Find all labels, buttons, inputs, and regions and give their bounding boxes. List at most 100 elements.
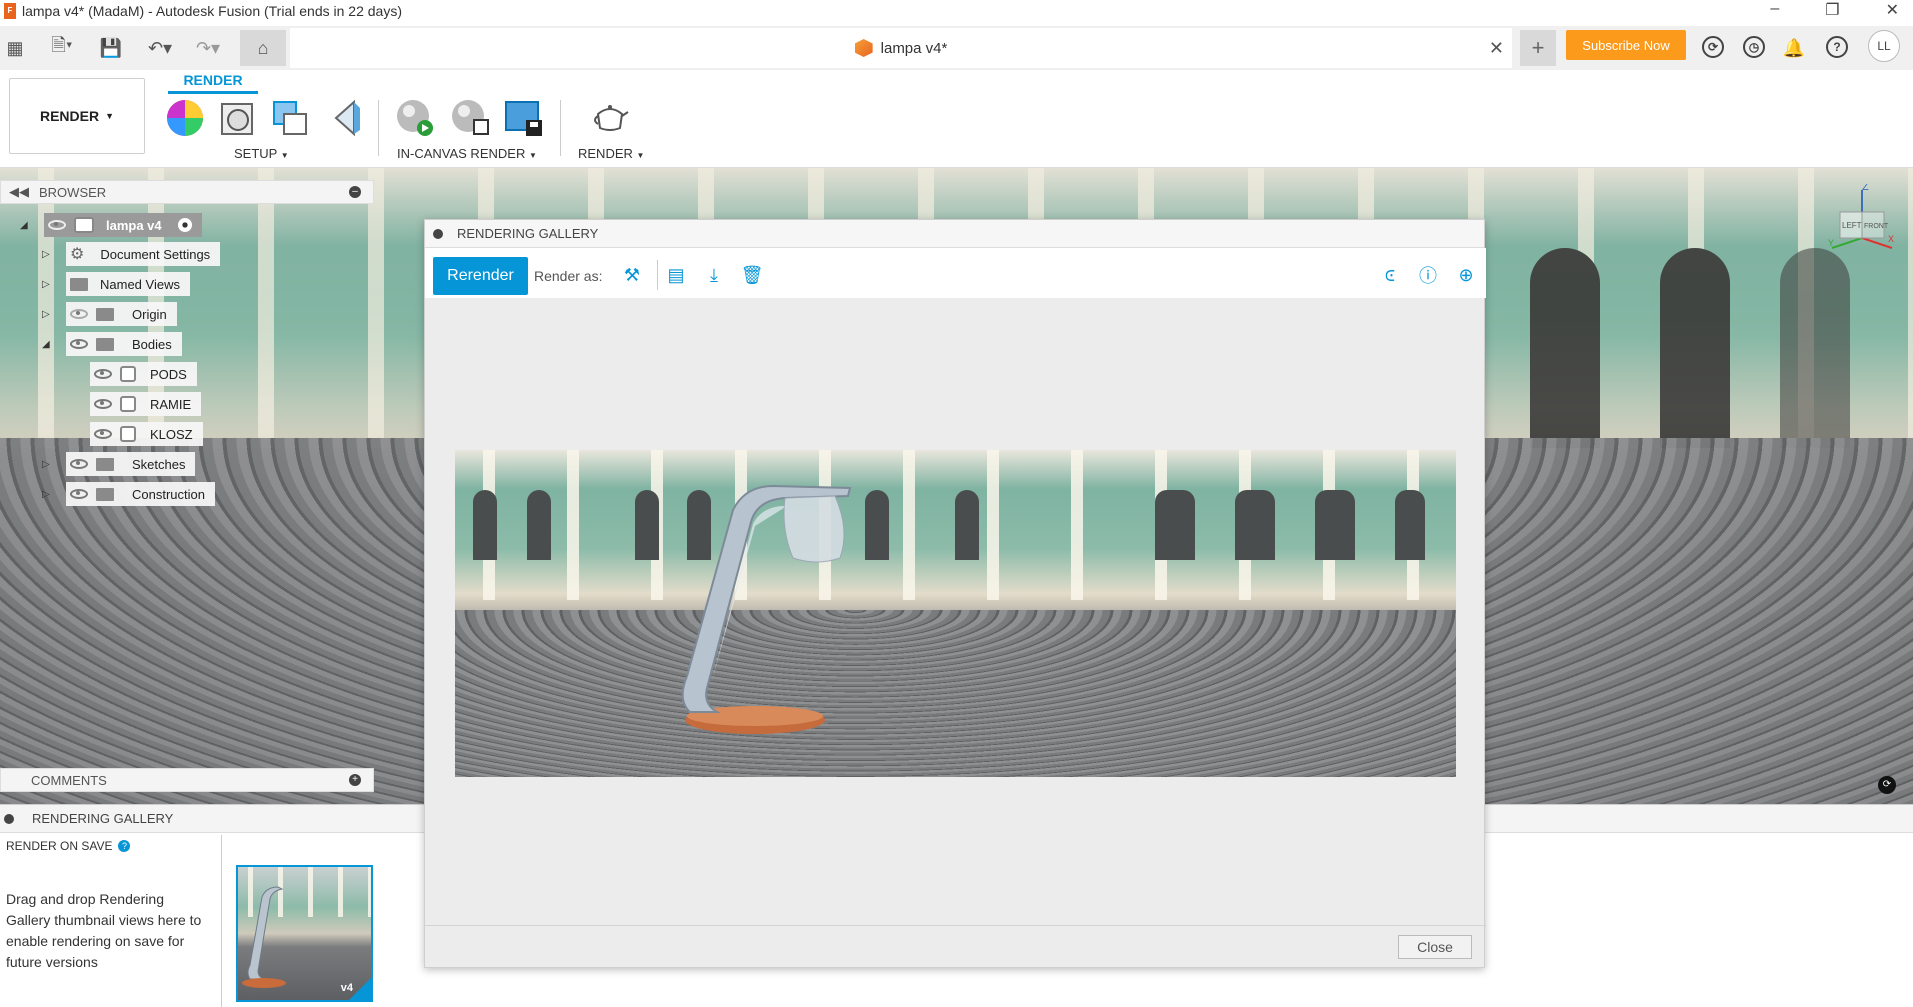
decal-icon[interactable] bbox=[328, 98, 368, 138]
dialog-header[interactable]: RENDERING GALLERY bbox=[425, 220, 1484, 248]
render-as-cloud-icon[interactable]: ⚒ bbox=[621, 264, 643, 286]
workspace-switcher[interactable]: RENDER ▼ bbox=[9, 78, 145, 154]
document-tab-label: lampa v4* bbox=[880, 39, 948, 57]
expand-triangle-icon[interactable]: ▷ bbox=[42, 249, 54, 261]
folder-icon bbox=[96, 307, 114, 321]
folder-icon bbox=[96, 337, 114, 351]
notifications-bell-icon[interactable]: 🔔 bbox=[1782, 34, 1806, 62]
render-teapot-icon[interactable] bbox=[590, 98, 630, 138]
render-as-label: Render as: bbox=[534, 268, 603, 284]
comments-title: COMMENTS bbox=[31, 772, 107, 788]
scene-settings-icon[interactable] bbox=[218, 98, 258, 138]
folder-icon bbox=[70, 277, 88, 291]
download-icon[interactable]: ⤓ bbox=[703, 264, 725, 286]
tree-item-origin[interactable]: Origin bbox=[66, 302, 177, 326]
close-tab-icon[interactable]: ✕ bbox=[1489, 38, 1504, 59]
tree-item-klosz[interactable]: KLOSZ bbox=[90, 422, 203, 446]
rerender-button[interactable]: Rerender bbox=[433, 257, 528, 295]
new-tab-button[interactable]: + bbox=[1520, 30, 1556, 66]
rendering-gallery-dialog: RENDERING GALLERY Rerender Render as: ⚒ … bbox=[424, 219, 1486, 968]
navigation-bar-icon[interactable]: ⟳ bbox=[1878, 776, 1896, 794]
minimize-panel-icon[interactable]: – bbox=[349, 186, 361, 198]
hidden-eye-icon[interactable] bbox=[70, 309, 88, 319]
document-tab[interactable]: lampa v4* ✕ bbox=[290, 28, 1512, 68]
visibility-eye-icon[interactable] bbox=[70, 339, 88, 349]
extensions-icon[interactable]: ⟳ bbox=[1702, 36, 1724, 58]
setup-group-label[interactable]: SETUP ▼ bbox=[234, 146, 289, 161]
file-menu-icon[interactable]: 🗎▾ bbox=[44, 34, 80, 62]
in-canvas-render-group-label[interactable]: IN-CANVAS RENDER ▼ bbox=[397, 146, 537, 161]
undo-icon[interactable]: ↶▾ bbox=[142, 34, 178, 62]
tree-item-document-settings[interactable]: ⚙ Document Settings bbox=[66, 242, 221, 266]
share-icon[interactable]: ⪽ bbox=[1379, 264, 1401, 286]
help-icon[interactable]: ? bbox=[1826, 36, 1848, 58]
expand-triangle-icon[interactable]: ◢ bbox=[20, 220, 32, 232]
visibility-eye-icon[interactable] bbox=[70, 489, 88, 499]
expand-panel-icon[interactable]: + bbox=[349, 774, 361, 786]
render-thumbnail[interactable]: v4 bbox=[236, 865, 373, 1002]
expand-triangle-icon[interactable]: ▷ bbox=[42, 279, 54, 291]
add-image-icon[interactable]: ▤ bbox=[665, 264, 687, 286]
minimize-panel-icon[interactable] bbox=[4, 813, 14, 824]
collapse-panel-icon[interactable]: ◀◀ bbox=[9, 184, 29, 200]
tab-render[interactable]: RENDER bbox=[168, 70, 258, 94]
folder-icon bbox=[96, 457, 114, 471]
tree-item-construction[interactable]: Construction bbox=[66, 482, 215, 506]
render-group-label[interactable]: RENDER ▼ bbox=[578, 146, 644, 161]
tree-item-label: PODS bbox=[150, 366, 187, 382]
in-canvas-render-settings-icon[interactable] bbox=[450, 98, 490, 138]
expand-triangle-icon[interactable]: ▷ bbox=[42, 309, 54, 321]
tree-item-sketches[interactable]: Sketches bbox=[66, 452, 196, 476]
render-status-corner-icon bbox=[349, 978, 371, 1000]
close-button[interactable]: Close bbox=[1398, 935, 1472, 959]
visibility-eye-icon[interactable] bbox=[94, 369, 112, 379]
job-status-icon[interactable]: ◷ bbox=[1743, 36, 1765, 58]
tree-root[interactable]: lampa v4 bbox=[44, 213, 202, 237]
minimize-dialog-icon[interactable] bbox=[433, 228, 443, 239]
data-panel-grid-icon[interactable]: ▦ bbox=[4, 34, 26, 62]
component-icon bbox=[74, 217, 94, 233]
help-icon[interactable]: ? bbox=[118, 840, 131, 852]
viewcube-front-face[interactable]: FRONT bbox=[1864, 223, 1889, 230]
comments-header[interactable]: COMMENTS + bbox=[0, 768, 374, 792]
tree-item-label: Document Settings bbox=[100, 246, 211, 262]
tree-item-named-views[interactable]: Named Views bbox=[66, 272, 190, 296]
tree-item-pods[interactable]: PODS bbox=[90, 362, 197, 386]
appearance-icon[interactable] bbox=[165, 98, 205, 138]
info-icon[interactable]: ⓘ bbox=[1417, 264, 1439, 286]
visibility-eye-icon[interactable] bbox=[94, 429, 112, 439]
visibility-eye-icon[interactable] bbox=[48, 220, 66, 230]
title-bar: F lampa v4* (MadaM) - Autodesk Fusion (T… bbox=[0, 0, 1913, 22]
texture-map-controls-icon[interactable] bbox=[270, 98, 310, 138]
zoom-in-icon[interactable]: ⊕ bbox=[1455, 264, 1477, 286]
rendered-image[interactable] bbox=[455, 450, 1456, 777]
delete-trash-icon[interactable]: 🗑 bbox=[741, 264, 764, 286]
collapse-triangle-icon[interactable]: ◢ bbox=[42, 339, 54, 351]
minimize-icon[interactable]: – bbox=[1770, 0, 1779, 20]
visibility-eye-icon[interactable] bbox=[94, 399, 112, 409]
viewcube-z-label: Z bbox=[1862, 184, 1869, 193]
redo-icon[interactable]: ↷▾ bbox=[190, 34, 226, 62]
viewcube-left-face[interactable]: LEFT bbox=[1842, 221, 1862, 230]
expand-triangle-icon[interactable]: ▷ bbox=[42, 489, 54, 501]
visibility-eye-icon[interactable] bbox=[70, 459, 88, 469]
tree-root-label: lampa v4 bbox=[106, 217, 162, 233]
save-icon[interactable]: 💾 bbox=[100, 34, 122, 62]
tree-item-bodies[interactable]: Bodies bbox=[66, 332, 182, 356]
home-icon[interactable]: ⌂ bbox=[240, 30, 286, 66]
subscribe-button[interactable]: Subscribe Now bbox=[1566, 30, 1686, 60]
tree-item-ramie[interactable]: RAMIE bbox=[90, 392, 202, 416]
expand-triangle-icon[interactable]: ▷ bbox=[42, 459, 54, 471]
browser-header[interactable]: ◀◀ BROWSER – bbox=[0, 180, 374, 204]
user-avatar[interactable]: LL bbox=[1868, 30, 1900, 62]
dialog-toolbar: Rerender Render as: ⚒ ▤ ⤓ 🗑 ⪽ ⓘ ⊕ bbox=[425, 248, 1486, 298]
in-canvas-render-icon[interactable] bbox=[395, 98, 435, 138]
capture-image-icon[interactable] bbox=[504, 98, 544, 138]
quick-access-toolbar: ▦ 🗎▾ 💾 ↶▾ ↷▾ ⌂ lampa v4* ✕ + Subscribe N… bbox=[0, 26, 1913, 70]
close-icon[interactable]: ✕ bbox=[1886, 0, 1899, 20]
activate-radio-icon[interactable] bbox=[177, 218, 192, 232]
tree-item-label: KLOSZ bbox=[150, 426, 193, 442]
view-cube[interactable]: Z LEFT FRONT X Y bbox=[1826, 184, 1896, 254]
chevron-down-icon: ▼ bbox=[636, 151, 645, 160]
restore-icon[interactable]: ❐ bbox=[1825, 0, 1839, 20]
